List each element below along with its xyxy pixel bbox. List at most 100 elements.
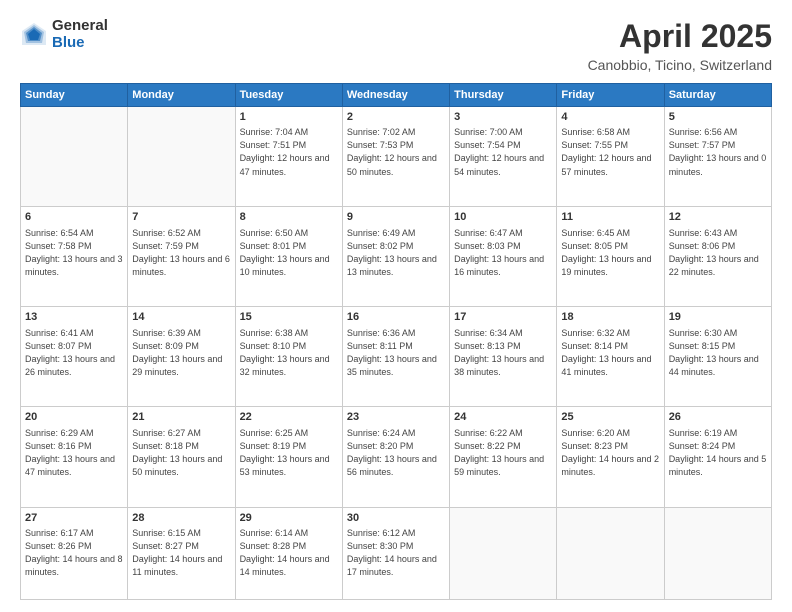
day-info: Sunrise: 6:14 AM Sunset: 8:28 PM Dayligh… <box>240 527 338 579</box>
day-number: 11 <box>561 210 659 225</box>
day-number: 3 <box>454 110 552 125</box>
day-number: 23 <box>347 410 445 425</box>
logo-text: General Blue <box>52 18 108 51</box>
day-info: Sunrise: 6:19 AM Sunset: 8:24 PM Dayligh… <box>669 427 767 479</box>
day-info: Sunrise: 6:36 AM Sunset: 8:11 PM Dayligh… <box>347 327 445 379</box>
day-number: 9 <box>347 210 445 225</box>
logo: General Blue <box>20 18 108 51</box>
table-row: 13 Sunrise: 6:41 AM Sunset: 8:07 PM Dayli… <box>21 307 128 407</box>
table-row: 12 Sunrise: 6:43 AM Sunset: 8:06 PM Dayli… <box>664 207 771 307</box>
main-title: April 2025 <box>588 18 772 55</box>
day-info: Sunrise: 7:02 AM Sunset: 7:53 PM Dayligh… <box>347 126 445 178</box>
table-row: 15 Sunrise: 6:38 AM Sunset: 8:10 PM Dayli… <box>235 307 342 407</box>
table-row: 3Sunrise: 7:00 AM Sunset: 7:54 PM Daylig… <box>450 107 557 207</box>
day-info: Sunrise: 6:56 AM Sunset: 7:57 PM Dayligh… <box>669 126 767 178</box>
day-info: Sunrise: 7:00 AM Sunset: 7:54 PM Dayligh… <box>454 126 552 178</box>
page: General Blue April 2025 Canobbio, Ticino… <box>0 0 792 612</box>
day-number: 19 <box>669 310 767 325</box>
calendar-header-row: Sunday Monday Tuesday Wednesday Thursday… <box>21 84 772 107</box>
day-number: 17 <box>454 310 552 325</box>
calendar-table: Sunday Monday Tuesday Wednesday Thursday… <box>20 83 772 600</box>
day-number: 27 <box>25 511 123 526</box>
table-row: 20 Sunrise: 6:29 AM Sunset: 8:16 PM Dayli… <box>21 407 128 507</box>
table-row: 25Sunrise: 6:20 AM Sunset: 8:23 PM Dayli… <box>557 407 664 507</box>
day-info: Sunrise: 7:04 AM Sunset: 7:51 PM Dayligh… <box>240 126 338 178</box>
day-number: 1 <box>240 110 338 125</box>
day-info: Sunrise: 6:17 AM Sunset: 8:26 PM Dayligh… <box>25 527 123 579</box>
day-info: Sunrise: 6:30 AM Sunset: 8:15 PM Dayligh… <box>669 327 767 379</box>
table-row: 8 Sunrise: 6:50 AM Sunset: 8:01 PM Daylig… <box>235 207 342 307</box>
title-block: April 2025 Canobbio, Ticino, Switzerland <box>588 18 772 73</box>
day-number: 25 <box>561 410 659 425</box>
table-row: 24 Sunrise: 6:22 AM Sunset: 8:22 PM Dayli… <box>450 407 557 507</box>
day-number: 15 <box>240 310 338 325</box>
table-row: 14 Sunrise: 6:39 AM Sunset: 8:09 PM Dayli… <box>128 307 235 407</box>
day-info: Sunrise: 6:58 AM Sunset: 7:55 PM Dayligh… <box>561 126 659 178</box>
day-info: Sunrise: 6:24 AM Sunset: 8:20 PM Dayligh… <box>347 427 445 479</box>
day-number: 13 <box>25 310 123 325</box>
col-wednesday: Wednesday <box>342 84 449 107</box>
col-friday: Friday <box>557 84 664 107</box>
col-sunday: Sunday <box>21 84 128 107</box>
table-row: 21 Sunrise: 6:27 AM Sunset: 8:18 PM Dayli… <box>128 407 235 507</box>
day-number: 20 <box>25 410 123 425</box>
table-row: 5Sunrise: 6:56 AM Sunset: 7:57 PM Daylig… <box>664 107 771 207</box>
table-row: 19 Sunrise: 6:30 AM Sunset: 8:15 PM Dayli… <box>664 307 771 407</box>
day-number: 6 <box>25 210 123 225</box>
table-row: 9Sunrise: 6:49 AM Sunset: 8:02 PM Daylig… <box>342 207 449 307</box>
table-row: 7 Sunrise: 6:52 AM Sunset: 7:59 PM Daylig… <box>128 207 235 307</box>
table-row <box>450 507 557 599</box>
table-row: 18Sunrise: 6:32 AM Sunset: 8:14 PM Dayli… <box>557 307 664 407</box>
day-number: 28 <box>132 511 230 526</box>
day-number: 12 <box>669 210 767 225</box>
day-info: Sunrise: 6:47 AM Sunset: 8:03 PM Dayligh… <box>454 227 552 279</box>
table-row: 26Sunrise: 6:19 AM Sunset: 8:24 PM Dayli… <box>664 407 771 507</box>
day-number: 29 <box>240 511 338 526</box>
day-info: Sunrise: 6:50 AM Sunset: 8:01 PM Dayligh… <box>240 227 338 279</box>
logo-general-text: General <box>52 18 108 35</box>
day-number: 14 <box>132 310 230 325</box>
day-number: 10 <box>454 210 552 225</box>
day-number: 7 <box>132 210 230 225</box>
day-info: Sunrise: 6:12 AM Sunset: 8:30 PM Dayligh… <box>347 527 445 579</box>
day-number: 4 <box>561 110 659 125</box>
table-row: 29Sunrise: 6:14 AM Sunset: 8:28 PM Dayli… <box>235 507 342 599</box>
day-info: Sunrise: 6:15 AM Sunset: 8:27 PM Dayligh… <box>132 527 230 579</box>
table-row: 28Sunrise: 6:15 AM Sunset: 8:27 PM Dayli… <box>128 507 235 599</box>
table-row: 27Sunrise: 6:17 AM Sunset: 8:26 PM Dayli… <box>21 507 128 599</box>
table-row: 10 Sunrise: 6:47 AM Sunset: 8:03 PM Dayli… <box>450 207 557 307</box>
day-info: Sunrise: 6:39 AM Sunset: 8:09 PM Dayligh… <box>132 327 230 379</box>
day-info: Sunrise: 6:29 AM Sunset: 8:16 PM Dayligh… <box>25 427 123 479</box>
day-info: Sunrise: 6:22 AM Sunset: 8:22 PM Dayligh… <box>454 427 552 479</box>
day-info: Sunrise: 6:25 AM Sunset: 8:19 PM Dayligh… <box>240 427 338 479</box>
day-number: 16 <box>347 310 445 325</box>
logo-icon <box>20 21 48 49</box>
day-number: 30 <box>347 511 445 526</box>
table-row: 23 Sunrise: 6:24 AM Sunset: 8:20 PM Dayli… <box>342 407 449 507</box>
table-row: 4Sunrise: 6:58 AM Sunset: 7:55 PM Daylig… <box>557 107 664 207</box>
day-number: 8 <box>240 210 338 225</box>
header: General Blue April 2025 Canobbio, Ticino… <box>20 18 772 73</box>
day-number: 21 <box>132 410 230 425</box>
day-number: 5 <box>669 110 767 125</box>
day-info: Sunrise: 6:27 AM Sunset: 8:18 PM Dayligh… <box>132 427 230 479</box>
table-row: 11Sunrise: 6:45 AM Sunset: 8:05 PM Dayli… <box>557 207 664 307</box>
table-row <box>557 507 664 599</box>
table-row: 22 Sunrise: 6:25 AM Sunset: 8:19 PM Dayli… <box>235 407 342 507</box>
table-row <box>664 507 771 599</box>
day-info: Sunrise: 6:52 AM Sunset: 7:59 PM Dayligh… <box>132 227 230 279</box>
col-tuesday: Tuesday <box>235 84 342 107</box>
table-row <box>128 107 235 207</box>
day-info: Sunrise: 6:38 AM Sunset: 8:10 PM Dayligh… <box>240 327 338 379</box>
day-info: Sunrise: 6:43 AM Sunset: 8:06 PM Dayligh… <box>669 227 767 279</box>
day-number: 2 <box>347 110 445 125</box>
day-number: 22 <box>240 410 338 425</box>
col-saturday: Saturday <box>664 84 771 107</box>
table-row: 2Sunrise: 7:02 AM Sunset: 7:53 PM Daylig… <box>342 107 449 207</box>
day-info: Sunrise: 6:54 AM Sunset: 7:58 PM Dayligh… <box>25 227 123 279</box>
day-info: Sunrise: 6:41 AM Sunset: 8:07 PM Dayligh… <box>25 327 123 379</box>
day-number: 24 <box>454 410 552 425</box>
col-thursday: Thursday <box>450 84 557 107</box>
subtitle: Canobbio, Ticino, Switzerland <box>588 57 772 73</box>
day-info: Sunrise: 6:32 AM Sunset: 8:14 PM Dayligh… <box>561 327 659 379</box>
